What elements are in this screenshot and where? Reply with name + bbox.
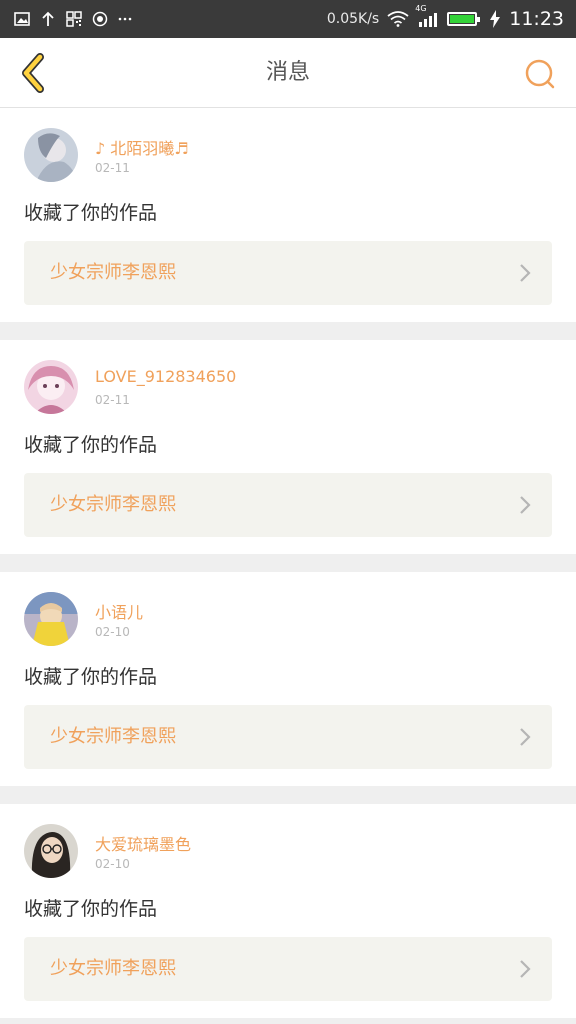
network-type: 4G [415,4,427,13]
work-title: 少女宗师李恩熙 [50,494,176,515]
message-card: LOVE_912834650 02-11 收藏了你的作品 少女宗师李恩熙 [0,340,576,554]
action-text: 收藏了你的作品 [24,202,158,224]
message-date: 02-11 [95,161,130,175]
chevron-right-icon [520,728,531,746]
charging-icon [489,10,501,28]
work-link[interactable]: 少女宗师李恩熙 [24,473,552,537]
action-text: 收藏了你的作品 [24,434,158,456]
nav-bar: 消息 [0,38,576,108]
app-screen: 0.05K/s 4G 11:23 消息 ♪ 北陌羽曦♬ 02-11 收藏了你的作… [0,0,576,1024]
chevron-right-icon [520,496,531,514]
search-icon [525,59,555,89]
work-link[interactable]: 少女宗师李恩熙 [24,937,552,1001]
battery-icon [447,12,481,26]
work-title: 少女宗师李恩熙 [50,958,176,979]
signal-icon: 4G [415,4,439,27]
status-time: 11:23 [509,8,564,30]
action-text: 收藏了你的作品 [24,898,158,920]
chevron-right-icon [520,264,531,282]
more-icon [118,16,132,22]
work-title: 少女宗师李恩熙 [50,726,176,747]
username[interactable]: 小语儿 [95,599,143,623]
message-date: 02-10 [95,625,130,639]
work-title: 少女宗师李恩熙 [50,262,176,283]
username[interactable]: 大爱琉璃墨色 [95,831,191,855]
battery-level [450,15,475,23]
status-left-icons [0,11,132,27]
status-bar: 0.05K/s 4G 11:23 [0,0,576,38]
wifi-icon [387,11,409,27]
qr-icon [66,11,82,27]
message-date: 02-11 [95,393,130,407]
username[interactable]: LOVE_912834650 [95,367,236,386]
image-icon [14,12,30,26]
page-title: 消息 [265,60,310,85]
username[interactable]: ♪ 北陌羽曦♬ [95,135,189,159]
message-card: 大爱琉璃墨色 02-10 收藏了你的作品 少女宗师李恩熙 [0,804,576,1018]
search-button[interactable] [518,52,562,96]
work-link[interactable]: 少女宗师李恩熙 [24,705,552,769]
work-link[interactable]: 少女宗师李恩熙 [24,241,552,305]
message-list: ♪ 北陌羽曦♬ 02-11 收藏了你的作品 少女宗师李恩熙 LOVE_91283… [0,108,576,1024]
status-right-icons: 0.05K/s 4G 11:23 [326,4,576,30]
net-speed: 0.05K/s [326,11,380,27]
avatar[interactable] [24,360,78,414]
record-icon [92,11,108,27]
message-card: 小语儿 02-10 收藏了你的作品 少女宗师李恩熙 [0,572,576,786]
message-card: ♪ 北陌羽曦♬ 02-11 收藏了你的作品 少女宗师李恩熙 [0,108,576,322]
avatar[interactable] [24,824,78,878]
action-text: 收藏了你的作品 [24,666,158,688]
upload-icon [40,11,56,27]
message-date: 02-10 [95,857,130,871]
avatar[interactable] [24,592,78,646]
chevron-right-icon [520,960,531,978]
avatar[interactable] [24,128,78,182]
